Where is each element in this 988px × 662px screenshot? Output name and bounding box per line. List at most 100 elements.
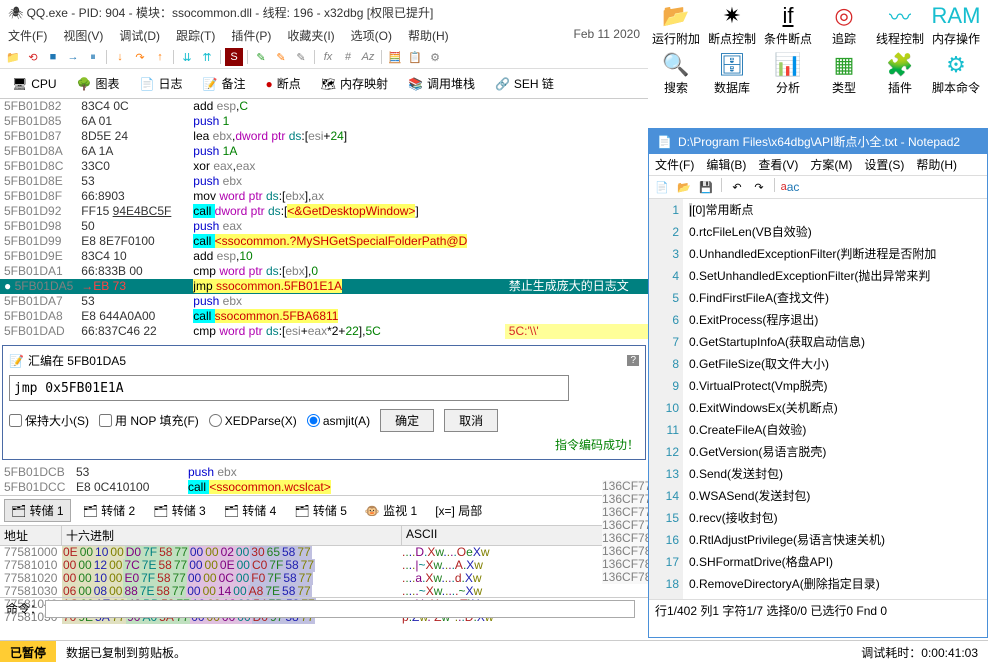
disasm-row[interactable]: 5FB01D9E83C4 10add esp,10: [0, 249, 648, 264]
tab-cpu[interactable]: 🖥 CPU: [6, 75, 63, 93]
disasm-row[interactable]: 5FB01D9850push eax: [0, 219, 648, 234]
menu-plugin[interactable]: 插件(P): [231, 27, 271, 44]
dump-tab-2[interactable]: 🗂 转储 3: [147, 500, 212, 521]
disasm-row[interactable]: 5FB01D8C33C0xor eax,eax: [0, 159, 648, 174]
np-new-icon[interactable]: 📄: [653, 178, 671, 196]
disasm-row[interactable]: 5FB01DAD66:837C46 22 cmp word ptr ds:[es…: [0, 324, 648, 339]
dump-tab-4[interactable]: 🗂 转储 5: [288, 500, 353, 521]
np-redo-icon[interactable]: ↷: [750, 178, 768, 196]
np-menu-3[interactable]: 方案(M): [810, 156, 852, 173]
keep-size-checkbox[interactable]: 保持大小(S): [9, 412, 89, 429]
run-icon[interactable]: →: [64, 48, 82, 66]
tool-插件[interactable]: 🧩插件: [872, 49, 928, 98]
patch-icon[interactable]: ✎: [252, 48, 270, 66]
tab-bp[interactable]: ● 断点: [259, 73, 306, 94]
np-line[interactable]: 0.GetStartupInfoA(获取启动信息): [689, 331, 987, 353]
tool-分析[interactable]: 📊分析: [760, 49, 816, 98]
az-icon[interactable]: Az: [359, 48, 377, 66]
disasm-row[interactable]: 5FB01D856A 01push 1: [0, 114, 648, 129]
command-input[interactable]: [45, 600, 635, 618]
np-line[interactable]: 0.FindFirstFileA(查找文件): [689, 287, 987, 309]
calc-icon[interactable]: 🧮: [386, 48, 404, 66]
np-line[interactable]: 0.SHFormatDrive(格盘API): [689, 551, 987, 573]
disasm-row[interactable]: 5FB01D99E8 8E7F0100call <ssocommon.?MySH…: [0, 234, 648, 249]
disasm-row[interactable]: 5FB01D8E53push ebx: [0, 174, 648, 189]
np-az-icon[interactable]: aac: [781, 178, 799, 196]
trace-icon[interactable]: ⇊: [178, 48, 196, 66]
np-line[interactable]: 0.ExitProcess(程序退出): [689, 309, 987, 331]
tab-chart[interactable]: 🌳 图表: [71, 73, 126, 94]
menu-debug[interactable]: 调试(D): [119, 27, 160, 44]
disasm-row[interactable]: 5FB01D8F66:8903mov word ptr ds:[ebx],ax: [0, 189, 648, 204]
np-line[interactable]: 0.RtlAdjustPrivilege(易语言快速关机): [689, 529, 987, 551]
tool-脚本命令[interactable]: ⚙脚本命令: [928, 49, 984, 98]
pause-icon[interactable]: ⏸: [84, 48, 102, 66]
np-line[interactable]: 0.rtcFileLen(VB自效验): [689, 221, 987, 243]
trace2-icon[interactable]: ⇈: [198, 48, 216, 66]
scylla-icon[interactable]: S: [225, 48, 243, 66]
np-line[interactable]: |[0]常用断点: [689, 199, 987, 221]
disasm-row[interactable]: ● 5FB01DA5→EB 73jmp ssocommon.5FB01E1A禁止…: [0, 279, 648, 294]
disassembly-view-2[interactable]: 5FB01DCB53push ebx5FB01DCCE8 0C410100cal…: [0, 465, 648, 495]
np-line[interactable]: 0.GetVersion(易语言脱壳): [689, 441, 987, 463]
dump-tab-0[interactable]: 🗂 转储 1: [4, 499, 71, 522]
tool-类型[interactable]: ▦类型: [816, 49, 872, 98]
tool-数据库[interactable]: 🗄数据库: [704, 49, 760, 98]
stepout-icon[interactable]: ↑: [151, 48, 169, 66]
menu-file[interactable]: 文件(F): [8, 27, 47, 44]
open-icon[interactable]: 📁: [4, 48, 22, 66]
np-line[interactable]: 0.SetUnhandledExceptionFilter(抛出异常来判: [689, 265, 987, 287]
disasm-row[interactable]: 5FB01DCCE8 0C410100call <ssocommon.wcslc…: [0, 480, 648, 495]
xedparse-radio[interactable]: XEDParse(X): [209, 414, 297, 428]
notepad-text[interactable]: |[0]常用断点0.rtcFileLen(VB自效验)0.UnhandledEx…: [683, 199, 987, 599]
disasm-row[interactable]: 5FB01D878D5E 24lea ebx,dword ptr ds:[esi…: [0, 129, 648, 144]
tool-内存操作[interactable]: RAM内存操作: [928, 0, 984, 49]
comment-icon[interactable]: ✎: [272, 48, 290, 66]
tab-mem[interactable]: 🗺 内存映射: [315, 73, 394, 94]
disasm-row[interactable]: 5FB01DA166:833B 00cmp word ptr ds:[ebx],…: [0, 264, 648, 279]
np-line[interactable]: 0.RemoveDirectoryA(删除指定目录): [689, 573, 987, 595]
np-line[interactable]: 0.UnhandledExceptionFilter(判断进程是否附加: [689, 243, 987, 265]
menu-help[interactable]: 帮助(H): [408, 27, 449, 44]
tool-断点控制[interactable]: ✷断点控制: [704, 0, 760, 49]
stepin-icon[interactable]: ↓: [111, 48, 129, 66]
tool-追踪[interactable]: ◎追踪: [816, 0, 872, 49]
tool-线程控制[interactable]: 〰线程控制: [872, 0, 928, 49]
np-undo-icon[interactable]: ↶: [728, 178, 746, 196]
np-menu-2[interactable]: 查看(V): [758, 156, 798, 173]
disasm-row[interactable]: 5FB01D8283C4 0Cadd esp,C: [0, 99, 648, 114]
menu-options[interactable]: 选项(O): [351, 27, 392, 44]
tab-notes[interactable]: 📝 备注: [197, 73, 252, 94]
np-line[interactable]: 0.WSASend(发送封包): [689, 485, 987, 507]
np-menu-1[interactable]: 编辑(B): [706, 156, 746, 173]
np-save-icon[interactable]: 💾: [697, 178, 715, 196]
fx-icon[interactable]: fx: [319, 48, 337, 66]
np-menu-0[interactable]: 文件(F): [655, 156, 694, 173]
disasm-row[interactable]: 5FB01D8A6A 1Apush 1A: [0, 144, 648, 159]
stack-addresses[interactable]: 136CF77136CF77136CF77136CF77136CF78136CF…: [602, 480, 648, 584]
disasm-row[interactable]: 5FB01DA753push ebx: [0, 294, 648, 309]
asmjit-radio[interactable]: asmjit(A): [307, 414, 370, 428]
tool-搜索[interactable]: 🔍搜索: [648, 49, 704, 98]
tool-运行附加[interactable]: 📂运行附加: [648, 0, 704, 49]
tab-stack[interactable]: 📚 调用堆栈: [402, 73, 481, 94]
disasm-row[interactable]: 5FB01DA8E8 644A0A00call ssocommon.5FBA68…: [0, 309, 648, 324]
tool-条件断点[interactable]: if条件断点: [760, 0, 816, 49]
np-line[interactable]: 0.VirtualProtect(Vmp脱壳): [689, 375, 987, 397]
stop-icon[interactable]: ■: [44, 48, 62, 66]
np-line[interactable]: 0.GetFileSize(取文件大小): [689, 353, 987, 375]
restart-icon[interactable]: ⟲: [24, 48, 42, 66]
np-line[interactable]: 0.Send(发送封包): [689, 463, 987, 485]
menu-trace[interactable]: 跟踪(T): [176, 27, 215, 44]
tab-log[interactable]: 📄 日志: [134, 73, 189, 94]
cancel-button[interactable]: 取消: [444, 409, 498, 432]
disasm-row[interactable]: 5FB01DCB53push ebx: [0, 465, 648, 480]
np-line[interactable]: 0.recv(接收封包): [689, 507, 987, 529]
dump-tab-6[interactable]: [x=] 局部: [429, 500, 488, 521]
help-icon[interactable]: ?: [627, 355, 639, 366]
script-icon[interactable]: 📋: [406, 48, 424, 66]
np-line[interactable]: 0.CreateFileA(自效验): [689, 419, 987, 441]
assembly-input[interactable]: [9, 375, 569, 401]
menu-fav[interactable]: 收藏夹(I): [287, 27, 334, 44]
dump-tab-3[interactable]: 🗂 转储 4: [218, 500, 283, 521]
